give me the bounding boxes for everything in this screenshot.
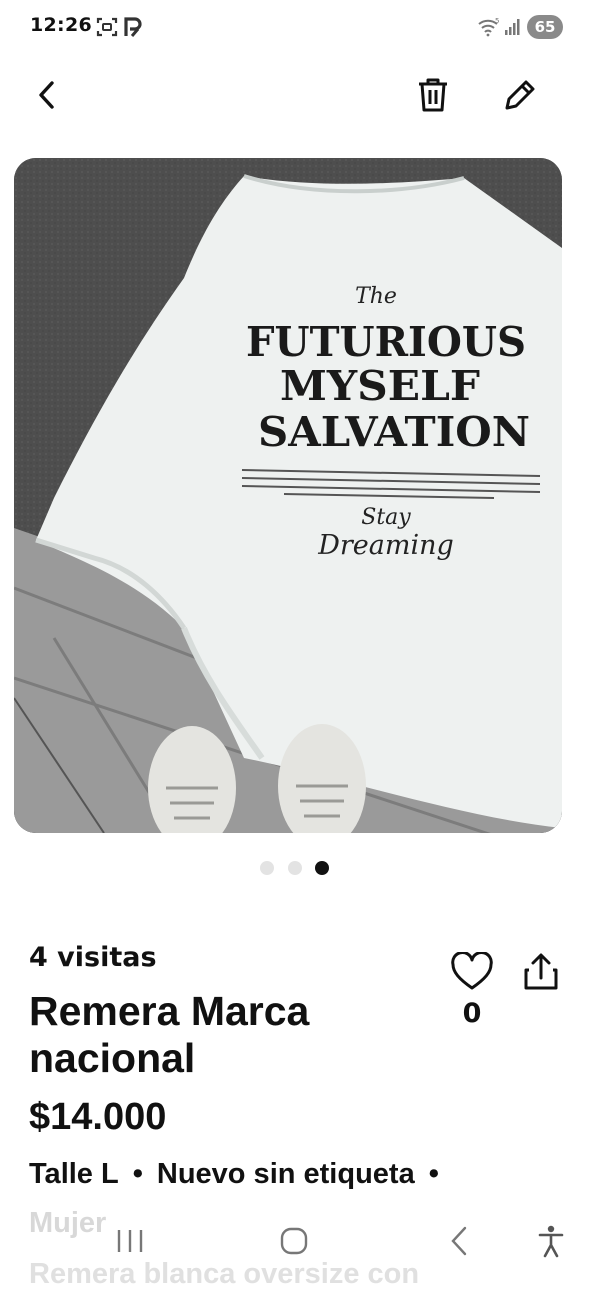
product-image[interactable]: The FUTURIOUS MYSELF SALVATION Stay Drea… [14,158,562,833]
image-pager [0,860,590,876]
status-bar: 12:26 5 65 [0,0,590,56]
pager-dot[interactable] [288,861,302,875]
back-icon [451,1226,467,1256]
back-nav-button[interactable] [435,1219,483,1263]
pager-dot-active[interactable] [315,861,329,875]
separator-dot: • [428,1158,439,1190]
share-button[interactable] [520,952,562,994]
visit-count: 4 visitas [29,942,157,973]
listing-attributes: Talle L • Nuevo sin etiqueta • [29,1158,453,1191]
top-app-bar [0,60,590,130]
print-line-1: FUTURIOUS [246,318,526,366]
condition-label: Nuevo sin etiqueta [156,1158,415,1190]
delete-button[interactable] [410,72,456,118]
like-count: 0 [462,998,482,1029]
pencil-icon [505,80,535,110]
listing-price: $14.000 [29,1096,167,1138]
print-script-1: Stay [361,505,411,530]
heart-icon [451,950,493,990]
wifi-icon: 5 [478,17,500,41]
battery-indicator: 65 [527,15,563,39]
system-nav-bar [0,1205,590,1280]
signal-icon [504,17,522,41]
tshirt-photo: The FUTURIOUS MYSELF SALVATION Stay Drea… [14,158,562,833]
recents-button[interactable] [106,1219,154,1263]
home-icon [280,1227,308,1255]
listing-title: Remera Marca nacional [29,988,310,1081]
size-label: Talle L [29,1158,119,1190]
print-the: The [355,284,397,309]
status-time: 12:26 [30,14,92,36]
share-icon [524,953,558,990]
screenshot-icon [96,16,118,42]
edit-button[interactable] [497,72,543,118]
p-app-icon [122,16,144,42]
pager-dot[interactable] [260,861,274,875]
separator-dot: • [132,1158,143,1190]
svg-text:5: 5 [495,17,499,25]
chevron-left-icon [39,81,54,109]
print-line-2: MYSELF [280,362,480,410]
home-button[interactable] [270,1219,318,1263]
print-script-2: Dreaming [317,530,454,561]
accessibility-button[interactable] [527,1219,575,1263]
recents-icon [117,1230,143,1252]
accessibility-icon [538,1225,564,1258]
print-line-3: SALVATION [258,408,530,456]
back-button[interactable] [25,72,71,118]
like-button[interactable] [449,950,495,992]
trash-icon [419,78,447,112]
